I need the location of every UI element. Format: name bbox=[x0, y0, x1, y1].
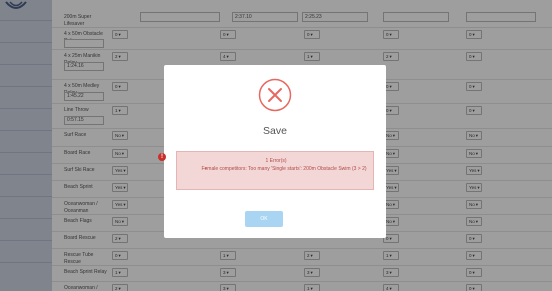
bullet: • bbox=[205, 166, 207, 172]
error-message: • Female competitors: Too many 'Single s… bbox=[199, 166, 369, 173]
dialog-title: Save bbox=[263, 125, 287, 137]
save-dialog: Save 1 Error(s) • Female competitors: To… bbox=[158, 65, 386, 238]
alert-icon: ! bbox=[158, 153, 166, 161]
error-alert: 1 Error(s) • Female competitors: Too man… bbox=[176, 151, 374, 190]
error-count: 1 Error(s) bbox=[265, 158, 287, 164]
error-message-text: Female competitors: Too many 'Single sta… bbox=[201, 166, 367, 172]
ok-button[interactable]: OK bbox=[245, 211, 283, 227]
error-icon bbox=[258, 78, 292, 112]
